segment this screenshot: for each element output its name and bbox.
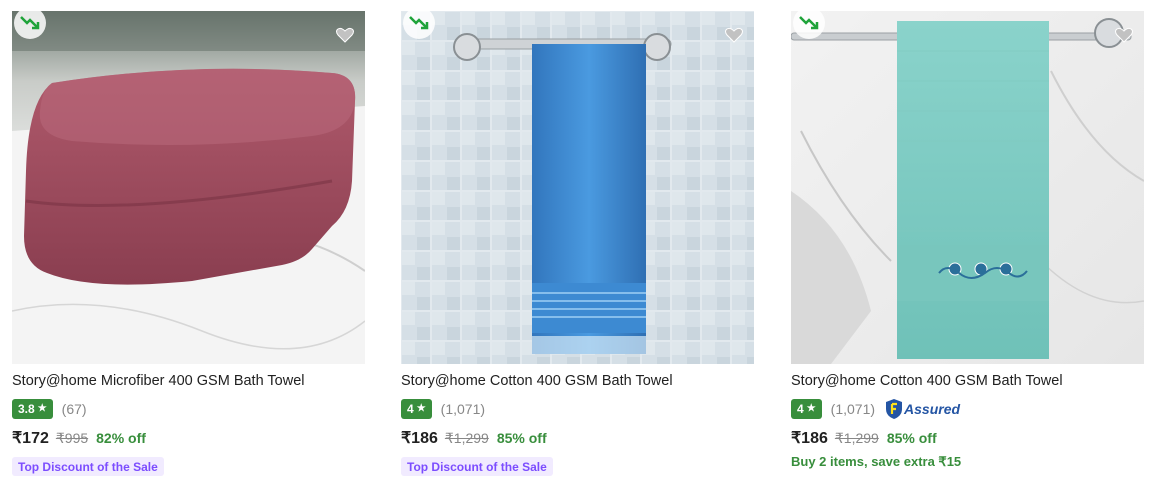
product-card[interactable]: Story@home Microfiber 400 GSM Bath Towel… bbox=[12, 11, 365, 481]
product-image[interactable] bbox=[12, 11, 365, 364]
price-row: ₹172 ₹995 82% off bbox=[12, 428, 365, 448]
discount: 85% off bbox=[886, 430, 937, 446]
price-row: ₹186 ₹1,299 85% off bbox=[791, 428, 1144, 448]
rating-row: 3.8 ★ (67) bbox=[12, 399, 365, 419]
star-icon: ★ bbox=[416, 403, 426, 414]
review-count: (1,071) bbox=[830, 401, 876, 417]
review-count: (67) bbox=[61, 401, 87, 417]
heart-icon[interactable] bbox=[333, 23, 357, 47]
heart-icon[interactable] bbox=[1112, 23, 1136, 47]
mrp: ₹995 bbox=[55, 430, 89, 446]
product-image[interactable] bbox=[791, 11, 1144, 364]
product-title[interactable]: Story@home Cotton 400 GSM Bath Towel bbox=[791, 372, 1144, 390]
product-title[interactable]: Story@home Cotton 400 GSM Bath Towel bbox=[401, 372, 754, 390]
rating-badge: 3.8 ★ bbox=[12, 399, 53, 419]
rating-value: 4 bbox=[797, 402, 804, 416]
review-count: (1,071) bbox=[440, 401, 486, 417]
mrp: ₹1,299 bbox=[444, 430, 489, 446]
product-card[interactable]: Story@home Cotton 400 GSM Bath Towel 4 ★ … bbox=[791, 11, 1144, 481]
rating-badge: 4 ★ bbox=[401, 399, 432, 419]
price: ₹186 bbox=[401, 430, 438, 447]
product-title[interactable]: Story@home Microfiber 400 GSM Bath Towel bbox=[12, 372, 365, 390]
star-icon: ★ bbox=[37, 403, 47, 414]
assured-label: Assured bbox=[904, 401, 961, 417]
discount: 82% off bbox=[96, 430, 146, 446]
price: ₹186 bbox=[791, 430, 828, 447]
rating-value: 3.8 bbox=[18, 402, 35, 416]
price-row: ₹186 ₹1,299 85% off bbox=[401, 428, 754, 448]
rating-row: 4 ★ (1,071) Assured bbox=[791, 399, 1144, 419]
rating-value: 4 bbox=[407, 402, 414, 416]
mrp: ₹1,299 bbox=[834, 430, 879, 446]
price: ₹172 bbox=[12, 430, 49, 447]
promo-offer: Buy 2 items, save extra ₹15 bbox=[791, 454, 962, 469]
assured-badge: Assured bbox=[885, 398, 960, 420]
product-image[interactable] bbox=[401, 11, 754, 364]
rating-row: 4 ★ (1,071) bbox=[401, 399, 754, 419]
discount: 85% off bbox=[496, 430, 547, 446]
heart-icon[interactable] bbox=[722, 23, 746, 47]
flipkart-assured-icon bbox=[886, 399, 903, 419]
rating-badge: 4 ★ bbox=[791, 399, 822, 419]
product-card[interactable]: Story@home Cotton 400 GSM Bath Towel 4 ★ … bbox=[401, 11, 754, 481]
star-icon: ★ bbox=[806, 403, 816, 414]
